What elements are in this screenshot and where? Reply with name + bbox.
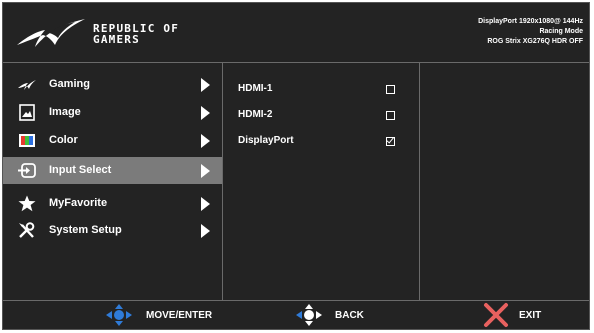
menu-item-input-select[interactable]: Input Select — [3, 157, 222, 184]
menu-item-image[interactable]: Image — [3, 99, 222, 126]
image-icon — [19, 104, 35, 121]
color-icon — [19, 134, 35, 147]
joystick-back-icon — [296, 304, 322, 326]
status-model: ROG Strix XG276Q HDR OFF — [487, 38, 583, 45]
menu-item-label: Input Select — [49, 164, 112, 176]
star-icon — [18, 195, 36, 212]
brand-line-2: GAMERS — [93, 33, 140, 46]
option-hdmi-2[interactable]: HDMI-2 — [223, 101, 419, 127]
main-menu: Gaming Image Color Input Select MyFavori… — [3, 63, 223, 300]
chevron-right-icon — [201, 197, 210, 211]
rog-logo — [17, 19, 85, 47]
menu-item-label: MyFavorite — [49, 197, 108, 209]
wrench-screwdriver-icon — [19, 222, 35, 238]
osd-footer: MOVE/ENTER BACK EXIT — [3, 300, 589, 330]
input-select-icon — [18, 163, 36, 178]
checkbox[interactable] — [386, 85, 395, 94]
chevron-right-icon — [201, 134, 210, 148]
move-enter-button[interactable]: MOVE/ENTER — [103, 301, 223, 330]
chevron-right-icon — [201, 106, 210, 120]
menu-item-label: Gaming — [49, 78, 90, 90]
menu-item-color[interactable]: Color — [3, 127, 222, 154]
menu-item-label: Image — [49, 106, 81, 118]
menu-item-myfavorite[interactable]: MyFavorite — [3, 190, 222, 217]
move-enter-label: MOVE/ENTER — [146, 310, 213, 321]
menu-item-label: System Setup — [49, 224, 122, 236]
chevron-right-icon — [201, 78, 210, 92]
input-options: HDMI-1 HDMI-2 DisplayPort — [223, 63, 420, 300]
chevron-right-icon — [201, 224, 210, 238]
chevron-right-icon — [201, 164, 210, 178]
brand-name: REPUBLIC OF GAMERS — [93, 23, 179, 45]
option-displayport[interactable]: DisplayPort — [223, 127, 419, 153]
checkbox-checked[interactable] — [386, 137, 395, 146]
checkbox[interactable] — [386, 111, 395, 120]
osd-header: REPUBLIC OF GAMERS DisplayPort 1920x1080… — [3, 3, 589, 63]
osd-menu: REPUBLIC OF GAMERS DisplayPort 1920x1080… — [2, 2, 590, 330]
exit-label: EXIT — [519, 310, 542, 321]
joystick-icon — [106, 304, 132, 326]
status-signal: DisplayPort 1920x1080@ 144Hz — [478, 18, 583, 25]
back-button[interactable]: BACK — [293, 301, 383, 330]
back-label: BACK — [335, 310, 364, 321]
submenu-panel — [420, 63, 589, 300]
status-info: DisplayPort 1920x1080@ 144Hz Racing Mode… — [478, 17, 583, 47]
menu-item-system-setup[interactable]: System Setup — [3, 217, 222, 244]
close-icon — [484, 303, 508, 327]
option-label: DisplayPort — [238, 135, 294, 146]
option-label: HDMI-2 — [238, 109, 273, 120]
option-label: HDMI-1 — [238, 83, 273, 94]
menu-item-gaming[interactable]: Gaming — [3, 71, 222, 98]
menu-item-label: Color — [49, 134, 78, 146]
status-mode: Racing Mode — [539, 28, 583, 35]
gaming-icon — [18, 80, 36, 90]
exit-button[interactable]: EXIT — [483, 301, 563, 330]
option-hdmi-1[interactable]: HDMI-1 — [223, 75, 419, 101]
